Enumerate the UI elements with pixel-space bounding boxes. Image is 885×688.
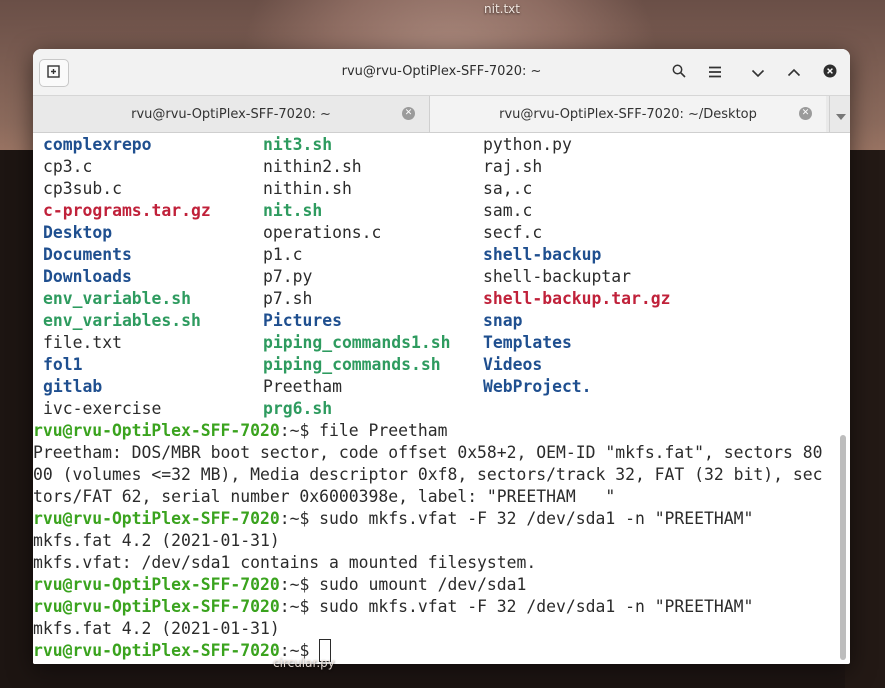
- listing-entry: nit3.sh: [263, 135, 333, 154]
- listing-entry: raj.sh: [483, 157, 543, 176]
- listing-entry: shell-backup.tar.gz: [483, 289, 671, 308]
- listing-entry: prg6.sh: [263, 399, 333, 418]
- terminal-window: rvu@rvu-OptiPlex-SFF-7020: ~ rvu@rvu-Opt…: [33, 49, 850, 664]
- listing-entry: sa,.c: [483, 179, 533, 198]
- listing-entry: env_variable.sh: [43, 289, 192, 308]
- search-icon: [672, 63, 686, 82]
- close-icon: [823, 63, 837, 82]
- tab-bar: rvu@rvu-OptiPlex-SFF-7020: ~ ✕ rvu@rvu-O…: [33, 96, 850, 133]
- listing-entry: file.txt: [43, 333, 122, 352]
- command-text: sudo mkfs.vfat -F 32 /dev/sda1 -n "PREET…: [309, 509, 754, 528]
- listing-entry: cp3sub.c: [43, 179, 122, 198]
- chevron-down-icon: [751, 63, 765, 82]
- listing-entry: nit.sh: [263, 201, 323, 220]
- title-bar[interactable]: rvu@rvu-OptiPlex-SFF-7020: ~: [33, 49, 850, 96]
- listing-entry: shell-backup: [483, 245, 602, 264]
- listing-entry: gitlab: [43, 377, 103, 396]
- listing-entry: fol1: [43, 355, 83, 374]
- listing-entry: piping_commands.sh: [263, 355, 441, 374]
- listing-entry: nithin2.sh: [263, 157, 362, 176]
- listing-entry: shell-backuptar: [483, 267, 632, 286]
- listing-entry: secf.c: [483, 223, 543, 242]
- chevron-up-icon: [787, 63, 801, 82]
- listing-entry: operations.c: [263, 223, 382, 242]
- listing-entry: Pictures: [263, 311, 342, 330]
- tab-close-icon[interactable]: ✕: [799, 107, 812, 120]
- close-button[interactable]: [817, 59, 843, 85]
- command-output-line: 00 (volumes <=32 MB), Media descriptor 0…: [33, 465, 823, 484]
- prompt-path: :~$: [279, 421, 310, 440]
- prompt-user: rvu@rvu-OptiPlex-SFF-7020: [33, 509, 280, 528]
- wallpaper-trees-right: [845, 150, 885, 688]
- listing-entry: p7.sh: [263, 289, 313, 308]
- listing-entry: python.py: [483, 135, 572, 154]
- tab-home[interactable]: rvu@rvu-OptiPlex-SFF-7020: ~ ✕: [33, 96, 430, 132]
- listing-entry: c-programs.tar.gz: [43, 201, 211, 220]
- command-text: sudo umount /dev/sda1: [309, 575, 527, 594]
- command-text: sudo mkfs.vfat -F 32 /dev/sda1 -n "PREET…: [309, 597, 754, 616]
- tab-label: rvu@rvu-OptiPlex-SFF-7020: ~: [131, 106, 331, 122]
- listing-entry: Downloads: [43, 267, 132, 286]
- command-output-line: mkfs.vfat: /dev/sda1 contains a mounted …: [33, 553, 537, 572]
- tab-close-icon[interactable]: ✕: [402, 107, 415, 120]
- listing-entry: snap: [483, 311, 523, 330]
- terminal-output[interactable]: complexrepo nit3.sh python.py cp3.c nithin2.…: [33, 133, 839, 664]
- prompt-line: rvu@rvu-OptiPlex-SFF-7020:~$ sudo mkfs.v…: [33, 508, 753, 530]
- prompt-path: :~$: [279, 597, 310, 616]
- listing-entry: p7.py: [263, 267, 313, 286]
- listing-entry: ivc-exercise: [43, 399, 162, 418]
- command-output-line: mkfs.fat 4.2 (2021-01-31): [33, 619, 280, 638]
- chevron-down-icon: [835, 105, 846, 124]
- prompt-user: rvu@rvu-OptiPlex-SFF-7020: [33, 575, 280, 594]
- menu-button[interactable]: [702, 59, 728, 85]
- prompt-user: rvu@rvu-OptiPlex-SFF-7020: [33, 597, 280, 616]
- hamburger-menu-icon: [708, 63, 722, 82]
- listing-entry: Videos: [483, 355, 543, 374]
- tab-label: rvu@rvu-OptiPlex-SFF-7020: ~/Desktop: [499, 106, 757, 122]
- prompt-user: rvu@rvu-OptiPlex-SFF-7020: [33, 641, 280, 660]
- listing-entry: cp3.c: [43, 157, 93, 176]
- listing-entry: Desktop: [43, 223, 113, 242]
- listing-entry: sam.c: [483, 201, 533, 220]
- command-output-line: mkfs.fat 4.2 (2021-01-31): [33, 531, 280, 550]
- prompt-path: :~$: [279, 575, 310, 594]
- listing-entry: WebProject.: [483, 377, 592, 396]
- tab-desktop[interactable]: rvu@rvu-OptiPlex-SFF-7020: ~/Desktop ✕: [430, 96, 826, 132]
- search-button[interactable]: [666, 59, 692, 85]
- prompt-path: :~$: [279, 509, 310, 528]
- listing-entry: env_variables.sh: [43, 311, 201, 330]
- listing-entry: piping_commands1.sh: [263, 333, 451, 352]
- listing-entry: nithin.sh: [263, 179, 352, 198]
- terminal-scrollbar[interactable]: [840, 435, 846, 660]
- listing-entry: Templates: [483, 333, 572, 352]
- prompt-line: rvu@rvu-OptiPlex-SFF-7020:~$ sudo mkfs.v…: [33, 596, 753, 618]
- listing-entry: complexrepo: [43, 135, 152, 154]
- listing-entry: p1.c: [263, 245, 303, 264]
- command-output-line: Preetham: DOS/MBR boot sector, code offs…: [33, 443, 823, 462]
- tab-list-button[interactable]: [829, 96, 850, 132]
- prompt-user: rvu@rvu-OptiPlex-SFF-7020: [33, 421, 280, 440]
- listing-entry: Preetham: [263, 377, 342, 396]
- minimize-button[interactable]: [745, 59, 771, 85]
- command-text: file Preetham: [309, 421, 448, 440]
- prompt-line: rvu@rvu-OptiPlex-SFF-7020:~$ sudo umount…: [33, 574, 526, 596]
- command-output-line: tors/FAT 62, serial number 0x6000398e, l…: [33, 487, 616, 506]
- maximize-button[interactable]: [781, 59, 807, 85]
- listing-entry: Documents: [43, 245, 132, 264]
- desktop-file-label[interactable]: circular.py: [273, 656, 335, 670]
- desktop-file-label[interactable]: nit.txt: [484, 2, 520, 16]
- prompt-line: rvu@rvu-OptiPlex-SFF-7020:~$ file Preeth…: [33, 420, 447, 442]
